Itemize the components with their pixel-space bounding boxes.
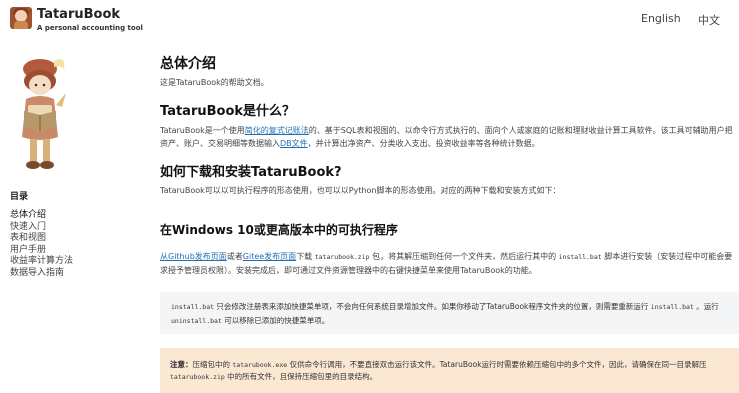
what-paragraph: TataruBook是一个使用简化的复式记账法的、基于SQL表和视图的、以命令行…: [160, 126, 733, 148]
toc-title: 目录: [10, 192, 29, 202]
section-heading-what: TataruBook是什么？: [160, 104, 296, 119]
info-callout-text: install.bat 只会修改注册表来添加快捷菜单项，不会向任何系统目录增加文…: [171, 302, 719, 325]
section-heading-download: 如何下载和安装TataruBook?: [160, 165, 342, 180]
gitee-release-link[interactable]: Gitee发布页面: [243, 252, 296, 261]
language-chinese-link[interactable]: 中文: [698, 12, 720, 28]
page-title: 总体介绍: [160, 56, 216, 72]
db-file-link[interactable]: DB文件: [280, 139, 308, 148]
top-bar: TataruBook A personal accounting tool En…: [0, 0, 739, 38]
section-heading-windows: 在Windows 10或更高版本中的可执行程序: [160, 223, 398, 237]
toc-list: 总体介绍 快速入门 表和视图 用户手册 收益率计算方法 数据导入指南: [10, 210, 73, 279]
toc-item-user-manual[interactable]: 用户手册: [10, 245, 73, 257]
double-entry-link[interactable]: 简化的复式记账法: [245, 126, 309, 135]
zip-filename-code: tatarubook.zip: [314, 253, 370, 261]
toc-item-quick-start[interactable]: 快速入门: [10, 222, 73, 234]
toc-item-return-calc[interactable]: 收益率计算方法: [10, 256, 73, 268]
info-callout: install.bat 只会修改注册表来添加快捷菜单项，不会向任何系统目录增加文…: [160, 292, 739, 334]
install-bat-code: install.bat: [558, 253, 602, 261]
toc-item-overview[interactable]: 总体介绍: [10, 210, 73, 222]
app-title[interactable]: TataruBook: [37, 7, 120, 22]
mascot-illustration: [22, 59, 66, 169]
toc-item-tables-views[interactable]: 表和视图: [10, 233, 73, 245]
windows-paragraph: 从Github发布页面或者Gitee发布页面下载 tatarubook.zip …: [160, 252, 733, 275]
github-release-link[interactable]: 从Github发布页面: [160, 252, 227, 261]
warning-callout: 注意：压缩包中的 tatarubook.exe 仅供命令行调用，不要直接双击运行…: [160, 348, 739, 393]
intro-text: 这是TataruBook的帮助文档。: [160, 78, 269, 87]
download-paragraph: TataruBook可以以可执行程序的形态使用，也可以以Python脚本的形态使…: [160, 186, 561, 195]
note-label: 注意：: [170, 360, 193, 369]
language-english-link[interactable]: English: [641, 12, 681, 25]
mascot-logo-icon[interactable]: [10, 7, 32, 29]
warning-callout-text: 注意：压缩包中的 tatarubook.exe 仅供命令行调用，不要直接双击运行…: [170, 360, 707, 381]
app-subtitle: A personal accounting tool: [37, 24, 143, 32]
toc-item-import-guide[interactable]: 数据导入指南: [10, 268, 73, 280]
